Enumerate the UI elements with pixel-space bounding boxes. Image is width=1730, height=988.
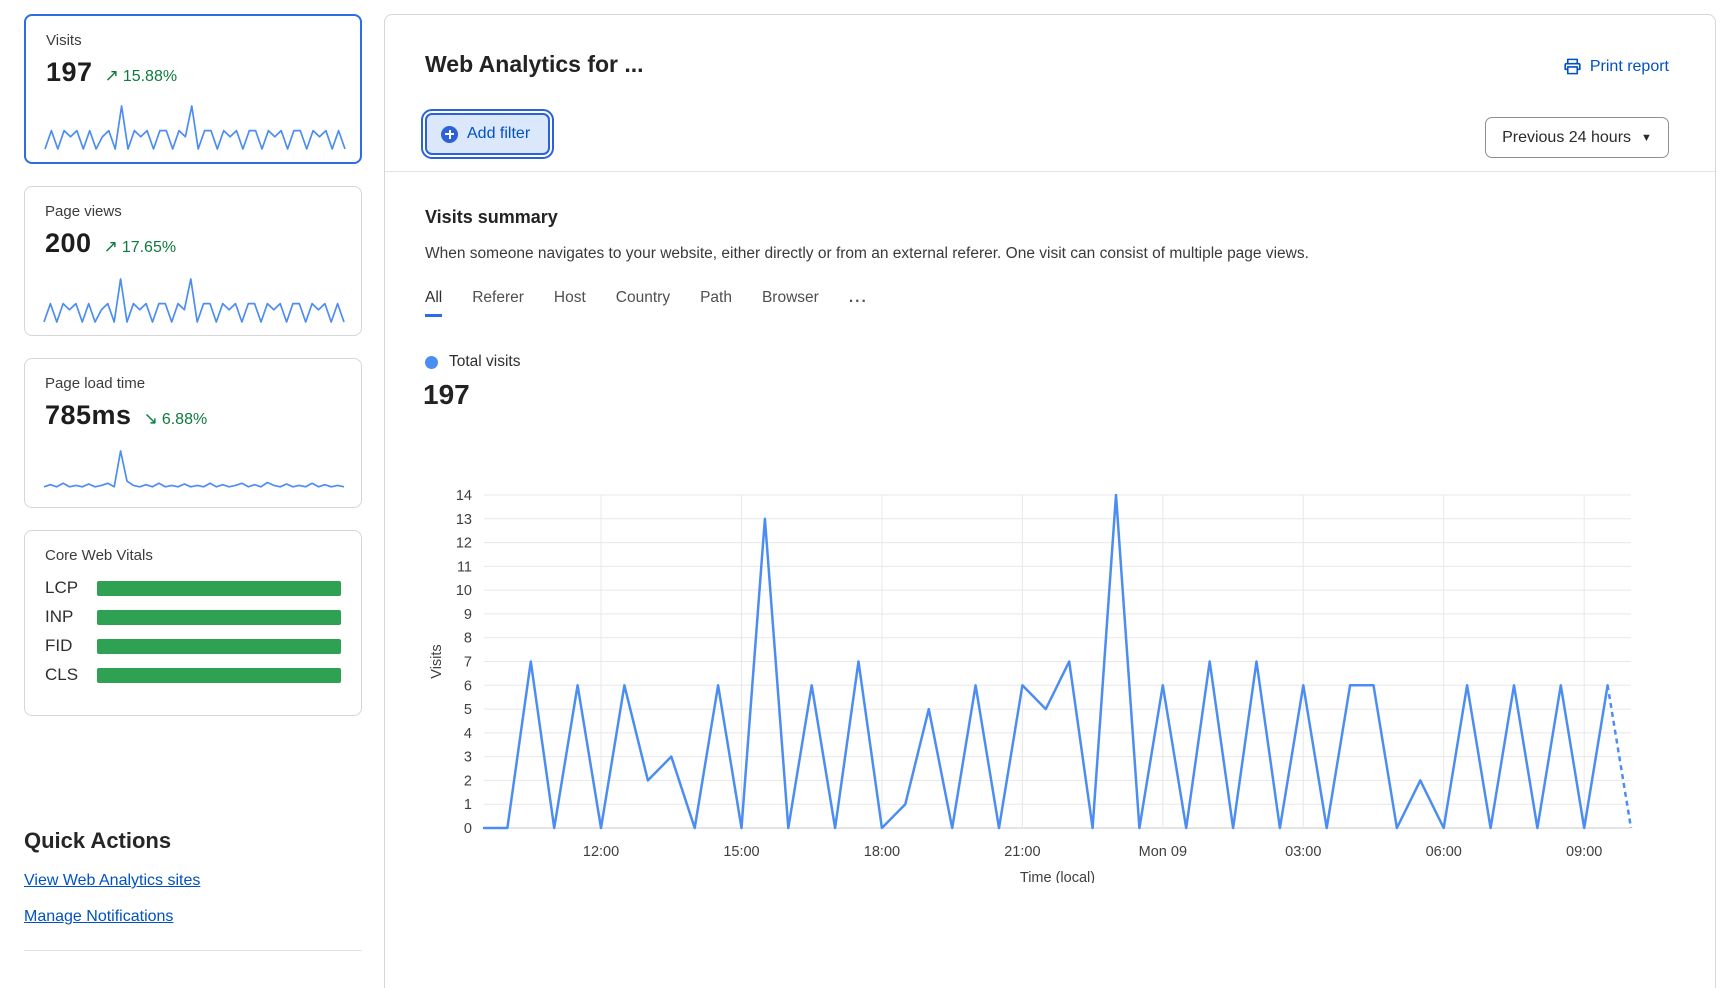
- svg-text:21:00: 21:00: [1004, 844, 1040, 860]
- svg-text:03:00: 03:00: [1285, 844, 1321, 860]
- svg-text:7: 7: [464, 655, 472, 671]
- metric-trend: ↗15.88%: [105, 66, 178, 86]
- legend-dot-icon: [425, 356, 438, 369]
- metric-trend: ↘6.88%: [144, 409, 208, 429]
- svg-text:2: 2: [464, 773, 472, 789]
- sidebar-divider: [24, 950, 362, 951]
- vital-bar-good: [97, 610, 341, 625]
- tab-host[interactable]: Host: [554, 289, 586, 317]
- svg-text:5: 5: [464, 702, 472, 718]
- tab-referer[interactable]: Referer: [472, 289, 524, 317]
- vitals-title: Core Web Vitals: [45, 547, 341, 564]
- svg-text:18:00: 18:00: [864, 844, 900, 860]
- vital-bar-good: [97, 639, 341, 654]
- plus-circle-icon: [441, 126, 458, 143]
- vital-label: CLS: [45, 665, 97, 685]
- vital-row-inp: INP: [45, 607, 341, 627]
- quick-action-link-view-web-analytics-sites[interactable]: View Web Analytics sites: [24, 872, 200, 890]
- trend-down-icon: ↘: [144, 409, 158, 428]
- summary-title: Visits summary: [425, 207, 558, 228]
- tab-browser[interactable]: Browser: [762, 289, 819, 317]
- metric-value: 200: [45, 228, 92, 259]
- svg-text:10: 10: [456, 583, 472, 599]
- svg-text:1: 1: [464, 797, 472, 813]
- metric-value: 785ms: [45, 400, 132, 431]
- trend-up-icon: ↗: [105, 66, 119, 85]
- vital-label: INP: [45, 607, 97, 627]
- trend-up-icon: ↗: [104, 237, 118, 256]
- svg-text:06:00: 06:00: [1426, 844, 1462, 860]
- web-analytics-dashboard: Visits 197 ↗15.88% Page views 200 ↗17.65…: [0, 0, 1730, 988]
- svg-text:6: 6: [464, 678, 472, 694]
- svg-text:Mon 09: Mon 09: [1139, 844, 1187, 860]
- quick-action-link-manage-notifications[interactable]: Manage Notifications: [24, 908, 173, 926]
- visits-sparkline: [44, 102, 346, 152]
- metric-trend: ↗17.65%: [104, 237, 177, 257]
- vital-row-fid: FID: [45, 636, 341, 656]
- legend-label: Total visits: [449, 353, 521, 371]
- time-range-label: Previous 24 hours: [1502, 129, 1631, 147]
- svg-text:12: 12: [456, 536, 472, 552]
- main-panel: Web Analytics for ... Print report Add f…: [384, 14, 1716, 988]
- chevron-down-icon: ▼: [1641, 132, 1652, 144]
- vital-label: FID: [45, 636, 97, 656]
- tab-country[interactable]: Country: [616, 289, 670, 317]
- svg-text:14: 14: [456, 488, 472, 504]
- quick-actions-heading: Quick Actions: [24, 828, 362, 854]
- metric-title: Page views: [45, 203, 341, 220]
- svg-text:11: 11: [457, 559, 472, 575]
- time-range-dropdown[interactable]: Previous 24 hours ▼: [1485, 117, 1669, 158]
- vitals-rows: LCP INP FID CLS: [45, 578, 341, 685]
- svg-text:0: 0: [464, 821, 472, 837]
- vital-label: LCP: [45, 578, 97, 598]
- svg-text:9: 9: [464, 607, 472, 623]
- printer-icon: [1563, 57, 1582, 76]
- vital-row-lcp: LCP: [45, 578, 341, 598]
- vital-bar-good: [97, 581, 341, 596]
- summary-description: When someone navigates to your website, …: [425, 245, 1309, 263]
- svg-text:4: 4: [464, 726, 472, 742]
- visits-line-chart: 0123456789101112131412:0015:0018:0021:00…: [421, 481, 1711, 883]
- metric-value: 197: [46, 57, 93, 88]
- visits-chart: 0123456789101112131412:0015:0018:0021:00…: [421, 481, 1711, 888]
- svg-text:09:00: 09:00: [1566, 844, 1602, 860]
- quick-actions-links: View Web Analytics sites Manage Notificat…: [24, 854, 362, 926]
- svg-text:8: 8: [464, 631, 472, 647]
- core-web-vitals-card[interactable]: Core Web Vitals LCP INP FID CLS: [24, 530, 362, 716]
- header-divider: [385, 171, 1715, 172]
- total-visits-value: 197: [423, 379, 470, 411]
- svg-text:3: 3: [464, 750, 472, 766]
- metric-title: Visits: [46, 32, 340, 49]
- svg-text:Visits: Visits: [429, 644, 445, 678]
- tab-path[interactable]: Path: [700, 289, 732, 317]
- dimension-tabs: All Referer Host Country Path Browser...: [425, 289, 868, 317]
- tabs-more-button[interactable]: ...: [849, 289, 868, 317]
- svg-text:13: 13: [456, 512, 472, 528]
- svg-text:12:00: 12:00: [583, 844, 619, 860]
- page-title: Web Analytics for ...: [425, 51, 644, 78]
- svg-text:15:00: 15:00: [723, 844, 759, 860]
- metric-card-page-load-time[interactable]: Page load time 785ms ↘6.88%: [24, 358, 362, 508]
- tab-all[interactable]: All: [425, 289, 442, 317]
- metric-title: Page load time: [45, 375, 341, 392]
- vital-bar-good: [97, 668, 341, 683]
- print-report-label: Print report: [1590, 58, 1669, 76]
- vital-row-cls: CLS: [45, 665, 341, 685]
- metric-card-page-views[interactable]: Page views 200 ↗17.65%: [24, 186, 362, 336]
- page-load-sparkline: [43, 447, 345, 497]
- svg-text:Time (local): Time (local): [1020, 870, 1095, 883]
- page-views-sparkline: [43, 275, 345, 325]
- legend-total-visits[interactable]: Total visits: [425, 353, 521, 371]
- add-filter-button[interactable]: Add filter: [425, 113, 550, 155]
- metric-card-visits[interactable]: Visits 197 ↗15.88%: [24, 14, 362, 164]
- metrics-sidebar: Visits 197 ↗15.88% Page views 200 ↗17.65…: [24, 14, 362, 951]
- add-filter-label: Add filter: [467, 125, 530, 143]
- print-report-button[interactable]: Print report: [1563, 57, 1669, 76]
